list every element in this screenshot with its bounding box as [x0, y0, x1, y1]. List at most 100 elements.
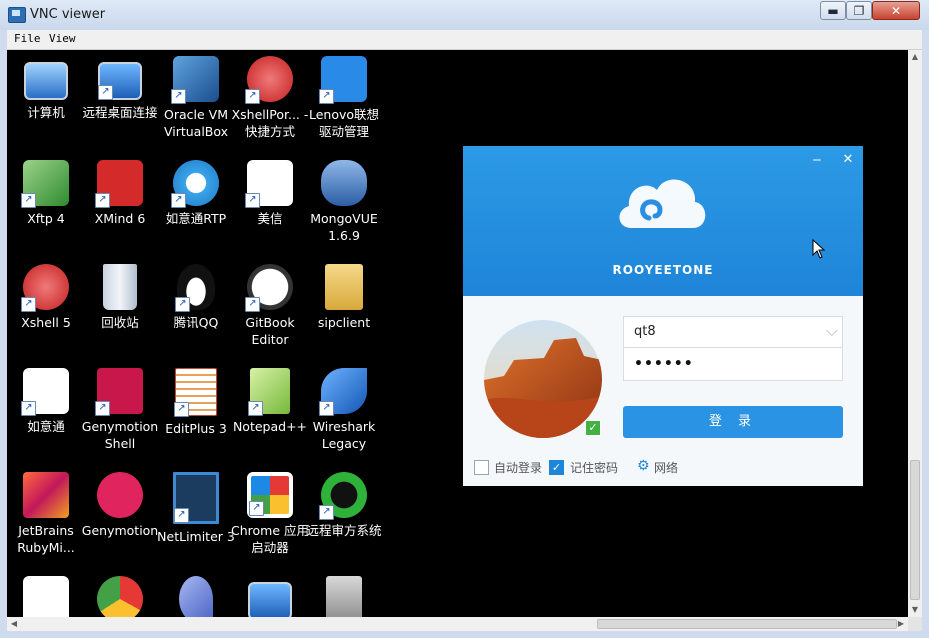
desktop-icon-label: sipclient	[317, 315, 371, 330]
shortcut-arrow-icon: ↗	[171, 89, 186, 104]
auto-login-label[interactable]: 自动登录	[494, 459, 542, 476]
netlimiter-icon: ↗	[173, 472, 219, 524]
shortcut-arrow-icon: ↗	[21, 297, 36, 312]
desktop-icon-label: MongoVUE 1.6.9	[310, 211, 378, 243]
minimize-button[interactable]: ▬	[820, 1, 846, 20]
desktop-icon[interactable]	[81, 576, 159, 617]
desktop-icon[interactable]	[7, 576, 85, 617]
shortcut-arrow-icon: ↗	[95, 193, 110, 208]
desktop-icon-label: Xftp 4	[27, 211, 65, 226]
xshell-icon: ↗	[245, 56, 293, 104]
desktop-icon[interactable]: sipclient	[305, 264, 383, 331]
remember-password-label[interactable]: 记住密码	[570, 459, 618, 476]
desktop-icon[interactable]	[305, 576, 383, 617]
desktop-icon[interactable]	[231, 576, 309, 617]
username-field[interactable]: qt8 ⌵	[623, 316, 843, 348]
desktop-icon[interactable]: ↗ Lenovo联想驱动管理	[305, 56, 383, 140]
desktop-icon[interactable]: ↗ XshellPor... - 快捷方式	[231, 56, 309, 140]
login-button[interactable]: 登 录	[623, 406, 843, 438]
remote-desktop-canvas[interactable]: 计算机 ↗ 远程桌面连接 ↗ Oracle VM VirtualBox ↗ Xs…	[7, 50, 908, 617]
remote-review-icon: ↗	[319, 472, 367, 520]
vertical-scroll-thumb[interactable]	[910, 460, 920, 600]
desktop-icon-label: EditPlus 3	[165, 421, 227, 436]
password-field[interactable]: ••••••	[623, 348, 843, 381]
cloud-logo-icon	[619, 179, 706, 228]
desktop-icon-label: XMind 6	[94, 211, 146, 226]
password-value: ••••••	[634, 356, 694, 372]
desktop-icon-label: Wireshark Legacy	[312, 419, 376, 451]
online-status-badge: ✓	[585, 420, 601, 436]
desktop-icon-label: NetLimiter 3	[157, 529, 235, 544]
scroll-left-icon[interactable]: ◀	[7, 617, 21, 631]
desktop-icon[interactable]: MongoVUE 1.6.9	[305, 160, 383, 244]
dialog-close-button[interactable]: ✕	[841, 152, 855, 167]
desktop-icon[interactable]: ↗ Oracle VM VirtualBox	[157, 56, 235, 140]
window-title: VNC viewer	[30, 7, 106, 22]
desktop-icon[interactable]: ↗ GitBook Editor	[231, 264, 309, 348]
desktop-icon[interactable]: ↗ 美信	[231, 160, 309, 227]
scroll-up-icon[interactable]: ▲	[908, 50, 922, 64]
desktop-icon-label: GitBook Editor	[245, 315, 295, 347]
remote-desktop-icon: ↗	[98, 62, 142, 100]
shortcut-arrow-icon: ↗	[171, 193, 186, 208]
dolphin-icon	[179, 576, 213, 617]
shortcut-arrow-icon: ↗	[248, 401, 263, 416]
desktop-icon-label: Chrome 应用启动器	[231, 523, 310, 555]
desktop-icon[interactable]: ↗ Notepad++	[231, 368, 309, 435]
shortcut-arrow-icon: ↗	[245, 297, 260, 312]
desktop-icon[interactable]: Genymotion	[81, 472, 159, 539]
close-button[interactable]: ✕	[872, 1, 920, 20]
chevron-down-icon[interactable]: ⌵	[826, 321, 838, 341]
horizontal-scroll-thumb[interactable]	[597, 619, 897, 629]
maximize-button[interactable]: ❐	[846, 1, 872, 20]
shortcut-arrow-icon: ↗	[98, 85, 113, 100]
desktop-icon[interactable]: ↗ NetLimiter 3	[157, 472, 235, 545]
desktop-icon[interactable]: ↗ 如意通	[7, 368, 85, 435]
shortcut-arrow-icon: ↗	[95, 401, 110, 416]
scrollbar-corner	[908, 617, 922, 631]
remember-password-checkbox[interactable]: ✓	[549, 460, 564, 475]
network-settings-link[interactable]: 网络	[654, 459, 678, 476]
login-header: ‒ ✕ ROOYEETONE	[463, 146, 863, 296]
mouse-cursor-icon	[812, 239, 826, 259]
scroll-down-icon[interactable]: ▼	[908, 603, 922, 617]
menu-bar: File View	[7, 30, 922, 50]
desktop-icon[interactable]: ↗ Genymotion Shell	[81, 368, 159, 452]
desktop-icon-label: 计算机	[27, 105, 65, 120]
notepadpp-icon: ↗	[248, 368, 290, 416]
desktop-icon-label: Genymotion Shell	[81, 419, 159, 451]
gear-icon[interactable]: ⚙	[637, 458, 650, 474]
desktop-icon[interactable]: 计算机	[7, 56, 85, 121]
desktop-icon[interactable]: ↗ 如意通RTP	[157, 160, 235, 227]
dialog-minimize-button[interactable]: ‒	[809, 152, 825, 168]
desktop-icon[interactable]	[157, 576, 235, 617]
xftp-icon: ↗	[21, 160, 69, 208]
desktop-icon[interactable]: ↗ Wireshark Legacy	[305, 368, 383, 452]
xmind-icon: ↗	[95, 160, 143, 208]
desktop-icon[interactable]: ↗ 远程桌面连接	[81, 56, 159, 121]
wireshark-icon: ↗	[319, 368, 367, 416]
desktop-icon[interactable]: ↗ 远程审方系统	[305, 472, 383, 539]
desktop-icon[interactable]: ↗ Xshell 5	[7, 264, 85, 331]
shortcut-arrow-icon: ↗	[249, 501, 264, 516]
desktop-icon[interactable]: JetBrains RubyMi...	[7, 472, 85, 556]
window-frame-bottom	[0, 631, 929, 638]
title-bar	[0, 0, 929, 30]
desktop-icon[interactable]: ↗ XMind 6	[81, 160, 159, 227]
auto-login-checkbox[interactable]	[474, 460, 489, 475]
rubymine-icon	[23, 472, 69, 518]
login-dialog: ‒ ✕ ROOYEETONE ✓ qt8 ⌵ •••••• 登 录 自动登录 ✓…	[463, 146, 863, 486]
desktop-icon[interactable]: ↗ Chrome 应用启动器	[231, 472, 309, 556]
remote-desktop-icon	[248, 582, 292, 617]
shortcut-arrow-icon: ↗	[21, 401, 36, 416]
desktop-icon[interactable]: ↗ EditPlus 3	[157, 368, 235, 437]
desktop-icon[interactable]: 回收站	[81, 264, 159, 331]
desktop-icon-label: Notepad++	[232, 419, 308, 434]
desktop-icon[interactable]: ↗ 腾讯QQ	[157, 264, 235, 331]
desktop-icon[interactable]: ↗ Xftp 4	[7, 160, 85, 227]
menu-view[interactable]: View	[49, 32, 76, 45]
desktop-icon-label: Genymotion	[81, 523, 159, 538]
menu-file[interactable]: File	[14, 32, 41, 45]
xshell5-icon: ↗	[21, 264, 69, 312]
window-frame-right	[922, 30, 929, 631]
